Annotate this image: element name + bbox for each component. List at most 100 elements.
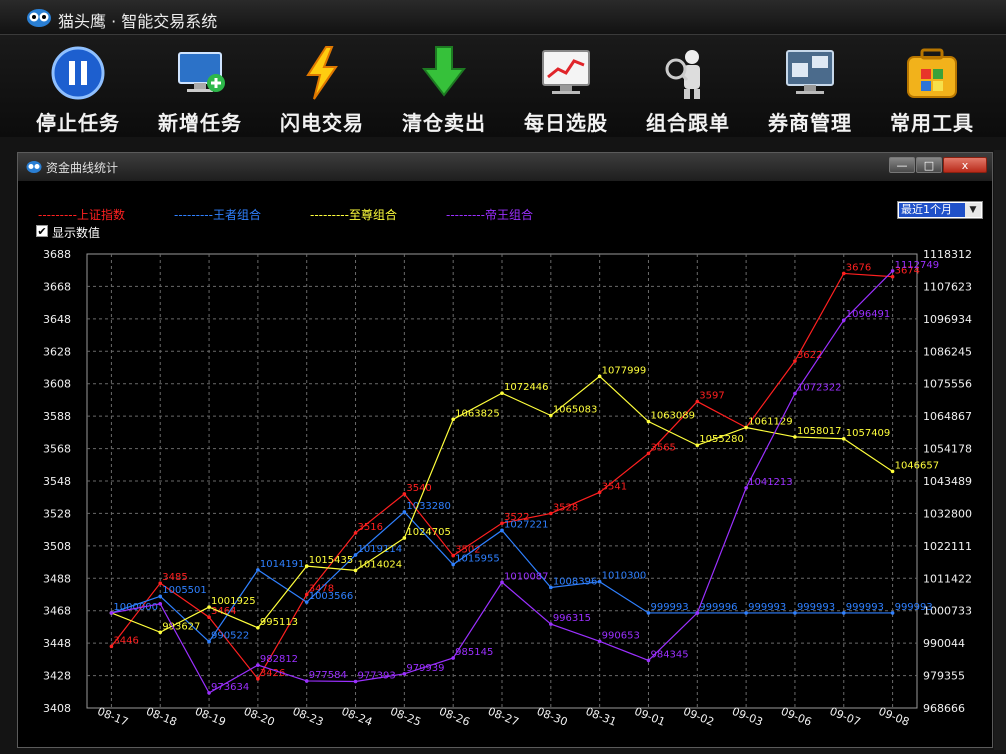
data-label-diwang: 979939 xyxy=(406,663,444,674)
right-tick-label: 1022111 xyxy=(923,540,972,553)
side-scroll-edge xyxy=(994,150,1006,750)
tool-label: 每日选股 xyxy=(524,111,608,135)
left-tick-label: 3588 xyxy=(43,410,71,423)
tool-label: 券商管理 xyxy=(768,111,852,135)
data-label-diwang: 977584 xyxy=(309,670,347,681)
new-task-button[interactable]: 新增任务 xyxy=(141,45,259,135)
left-tick-label: 3548 xyxy=(43,475,71,488)
broker-management-button[interactable]: 券商管理 xyxy=(751,45,869,135)
data-label-zhizun: 1057409 xyxy=(846,428,891,439)
owl-logo-icon xyxy=(27,9,51,27)
data-point-diwang xyxy=(109,611,114,615)
broker-monitor-icon xyxy=(786,50,834,94)
right-tick-label: 1107623 xyxy=(923,280,972,293)
left-tick-label: 3408 xyxy=(43,702,71,715)
right-tick-label: 1054178 xyxy=(923,443,972,456)
fund-curve-window: 资金曲线统计 — □ x ---------上证指数 ---------王者组合… xyxy=(17,152,993,748)
left-tick-label: 3508 xyxy=(43,540,71,553)
data-label-wangzhe: 1005501 xyxy=(162,585,207,596)
data-label-wangzhe: 999993 xyxy=(895,602,933,613)
left-tick-label: 3488 xyxy=(43,572,71,585)
daily-picks-button[interactable]: 每日选股 xyxy=(507,45,625,135)
data-label-index: 3540 xyxy=(406,483,431,494)
data-label-wangzhe: 999993 xyxy=(650,602,688,613)
data-label-diwang: 985145 xyxy=(455,647,493,658)
data-label-index: 3446 xyxy=(113,635,138,646)
right-tick-label: 1064867 xyxy=(923,410,972,423)
data-label-zhizun: 1058017 xyxy=(797,426,842,437)
data-label-zhizun: 1063089 xyxy=(650,411,695,422)
tool-label: 新增任务 xyxy=(158,111,242,135)
download-arrow-icon xyxy=(421,46,467,97)
data-point-diwang xyxy=(158,602,163,606)
flash-trade-button[interactable]: 闪电交易 xyxy=(263,45,381,135)
magnifier-person-icon xyxy=(665,50,700,99)
data-label-diwang: 973634 xyxy=(211,682,249,693)
data-label-zhizun: 1061129 xyxy=(748,416,793,427)
data-label-index: 3485 xyxy=(162,572,187,583)
data-label-zhizun: 1046657 xyxy=(895,460,940,471)
left-tick-label: 3628 xyxy=(43,345,71,358)
data-label-diwang: 990653 xyxy=(602,630,640,641)
data-label-wangzhe: 1014191 xyxy=(260,559,305,570)
right-tick-label: 1086245 xyxy=(923,345,972,358)
data-label-diwang: 1072322 xyxy=(797,383,842,394)
data-label-wangzhe: 1008396 xyxy=(553,576,598,587)
data-label-wangzhe: 1003566 xyxy=(309,591,354,602)
data-label-wangzhe: 1019114 xyxy=(358,544,403,555)
common-tools-button[interactable]: 常用工具 xyxy=(873,45,991,135)
data-label-index: 3622 xyxy=(797,350,822,361)
data-label-zhizun: 1055280 xyxy=(699,434,744,445)
data-label-wangzhe: 1015955 xyxy=(455,554,500,565)
monitor-add-icon xyxy=(178,52,225,92)
data-label-index: 3676 xyxy=(846,262,871,273)
right-tick-label: 1075556 xyxy=(923,378,972,391)
left-tick-label: 3608 xyxy=(43,378,71,391)
left-tick-label: 3528 xyxy=(43,507,71,520)
app-title: 猫头鹰 · 智能交易系统 xyxy=(58,12,218,31)
left-tick-label: 3448 xyxy=(43,637,71,650)
data-label-diwang: 1112749 xyxy=(895,260,940,271)
lightning-icon xyxy=(306,46,338,100)
left-tick-label: 3568 xyxy=(43,443,71,456)
data-label-diwang: 1041213 xyxy=(748,477,793,488)
data-label-wangzhe: 1027221 xyxy=(504,519,549,530)
data-label-zhizun: 1072446 xyxy=(504,382,549,393)
portfolio-follow-button[interactable]: 组合跟单 xyxy=(629,45,747,135)
data-label-zhizun: 995113 xyxy=(260,617,298,628)
data-label-diwang: 977393 xyxy=(358,671,396,682)
fund-curve-chart: 3688 11183123668 11076233648 10969343628 108… xyxy=(43,248,972,729)
right-tick-label: 979355 xyxy=(923,670,965,683)
data-label-zhizun: 1001925 xyxy=(211,596,256,607)
left-tick-label: 3688 xyxy=(43,248,71,261)
right-tick-label: 1043489 xyxy=(923,475,972,488)
data-label-index: 3565 xyxy=(650,442,675,453)
right-tick-label: 1011422 xyxy=(923,572,972,585)
clear-sell-button[interactable]: 清仓卖出 xyxy=(385,45,503,135)
data-label-zhizun: 1015435 xyxy=(309,555,354,566)
tool-label: 组合跟单 xyxy=(646,111,730,135)
data-label-wangzhe: 999993 xyxy=(748,602,786,613)
left-tick-label: 3668 xyxy=(43,280,71,293)
data-label-wangzhe: 999993 xyxy=(846,602,884,613)
data-label-index: 3541 xyxy=(602,481,627,492)
data-label-zhizun: 1014024 xyxy=(358,559,403,570)
right-tick-label: 1032800 xyxy=(923,507,972,520)
right-tick-label: 990044 xyxy=(923,637,965,650)
data-label-zhizun: 1065083 xyxy=(553,404,598,415)
data-label-wangzhe: 1033280 xyxy=(406,501,451,512)
stop-task-button[interactable]: 停止任务 xyxy=(19,45,137,135)
data-label-index: 3597 xyxy=(699,391,724,402)
tool-label: 闪电交易 xyxy=(280,111,364,135)
left-tick-label: 3428 xyxy=(43,670,71,683)
data-label-zhizun: 1063825 xyxy=(455,408,500,419)
data-label-diwang: 1096491 xyxy=(846,309,891,320)
data-point-diwang xyxy=(695,611,700,615)
stock-chart-monitor-icon xyxy=(542,50,590,94)
data-label-zhizun: 993627 xyxy=(162,621,200,632)
tool-label: 停止任务 xyxy=(36,111,120,135)
data-label-wangzhe: 999996 xyxy=(699,602,737,613)
app-titlebar: 猫头鹰 · 智能交易系统 xyxy=(0,0,1006,35)
toolbox-icon xyxy=(907,48,957,98)
data-label-wangzhe: 1010300 xyxy=(602,571,647,582)
